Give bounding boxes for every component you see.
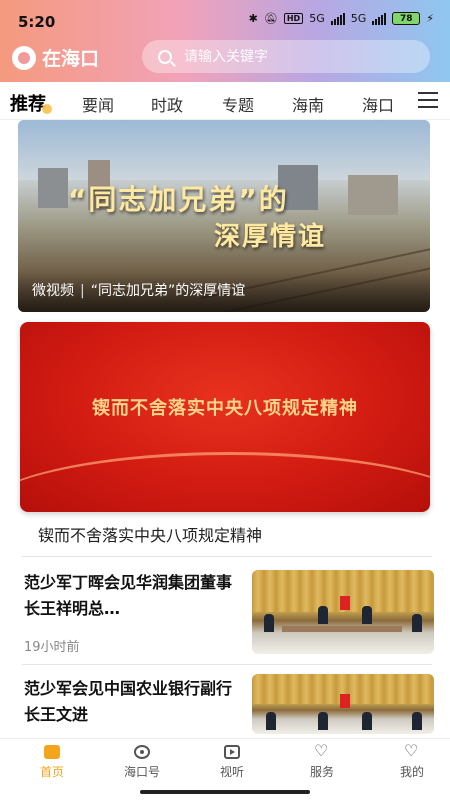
search-input[interactable] (184, 48, 384, 65)
banner-card[interactable]: 锲而不舍落实中央八项规定精神 (20, 322, 430, 512)
search-bar[interactable] (142, 40, 430, 73)
app-header: 5:20 ✱ 🔕︎ HD 5G 5G 78 ⚡ 在海口 (0, 0, 450, 82)
nav-services[interactable]: 服务 (292, 741, 352, 780)
search-icon (158, 49, 172, 64)
nav-media[interactable]: 视听 (202, 745, 262, 780)
thumbnail-person (318, 712, 328, 730)
network-label-1: 5G (309, 12, 325, 25)
play-icon (224, 745, 240, 759)
nav-label: 我的 (399, 765, 424, 779)
nav-label: 视听 (219, 765, 244, 779)
thumbnail-flag (340, 694, 350, 708)
thumbnail-person (264, 614, 274, 632)
divider (22, 556, 432, 557)
tab-recommend[interactable]: 推荐 (10, 90, 52, 116)
caption-separator: | (80, 283, 85, 299)
thumbnail-person (362, 712, 372, 730)
tab-politics[interactable]: 时政 (151, 92, 183, 116)
thumbnail-person (412, 614, 422, 632)
banner-caption[interactable]: 锲而不舍落实中央八项规定精神 (38, 522, 262, 546)
tab-active-indicator (42, 104, 52, 114)
news-title[interactable]: 范少军会见中国农业银行副行长王文进 (24, 676, 242, 728)
heart-icon (314, 741, 330, 760)
battery-icon: 78 (392, 12, 421, 25)
heart-icon (404, 741, 420, 760)
tab-headlines[interactable]: 要闻 (82, 92, 114, 116)
status-icons: ✱ 🔕︎ HD 5G 5G 78 ⚡ (249, 12, 434, 25)
banner-wave (20, 452, 430, 512)
video-caption-text: “同志加兄弟”的深厚情谊 (90, 283, 246, 299)
status-time: 5:20 (18, 13, 56, 31)
charging-icon: ⚡ (426, 12, 434, 25)
building (348, 175, 398, 215)
banner-text: 锲而不舍落实中央八项规定精神 (92, 398, 358, 419)
nav-label: 海口号 (123, 765, 160, 779)
mute-icon: 🔕︎ (263, 12, 278, 25)
video-category: 微视频 (32, 283, 74, 299)
tab-hainan[interactable]: 海南 (292, 92, 324, 116)
building (38, 168, 68, 208)
thumbnail-person (362, 606, 372, 624)
video-overlay-subtitle: 深厚情谊 (214, 222, 327, 252)
bluetooth-icon: ✱ (248, 12, 258, 25)
tab-label: 推荐 (10, 94, 46, 115)
brand-name: 在海口 (42, 48, 100, 70)
news-thumbnail[interactable] (252, 570, 434, 654)
nav-label: 服务 (309, 765, 334, 779)
status-bar: 5:20 ✱ 🔕︎ HD 5G 5G 78 ⚡ (0, 10, 450, 36)
thumbnail-person (318, 606, 328, 624)
brand-logo: 在海口 (12, 44, 99, 71)
thumbnail-flag (340, 596, 350, 610)
eye-icon (134, 745, 150, 759)
nav-home[interactable]: 首页 (22, 745, 82, 780)
video-thumbnail-sky (18, 120, 430, 180)
nav-haikouhao[interactable]: 海口号 (112, 745, 172, 780)
video-caption: 微视频 | “同志加兄弟”的深厚情谊 (32, 280, 245, 300)
nav-label: 首页 (39, 765, 64, 779)
tab-topics[interactable]: 专题 (222, 92, 254, 116)
video-overlay-title: “同志加兄弟”的 (68, 183, 289, 216)
nav-profile[interactable]: 我的 (382, 741, 442, 780)
thumbnail-table (282, 626, 402, 632)
home-icon (44, 745, 60, 759)
home-indicator[interactable] (140, 790, 310, 794)
news-time: 19小时前 (24, 640, 80, 655)
tab-haikou[interactable]: 海口 (362, 92, 394, 116)
network-label-2: 5G (350, 12, 367, 25)
divider (22, 664, 432, 665)
signal-icon (330, 12, 345, 25)
thumbnail-person (412, 712, 422, 730)
category-tabs: 推荐 要闻 时政 专题 海南 海口 (0, 84, 450, 120)
logo-icon (12, 45, 36, 70)
menu-icon[interactable] (418, 92, 438, 108)
signal-icon-2 (372, 12, 387, 25)
thumbnail-person (266, 712, 276, 730)
hd-badge: HD (283, 13, 304, 24)
news-thumbnail[interactable] (252, 674, 434, 734)
video-card[interactable]: “同志加兄弟”的 深厚情谊 微视频 | “同志加兄弟”的深厚情谊 (18, 120, 430, 312)
news-title[interactable]: 范少军丁晖会见华润集团董事长王祥明总… (24, 570, 242, 622)
